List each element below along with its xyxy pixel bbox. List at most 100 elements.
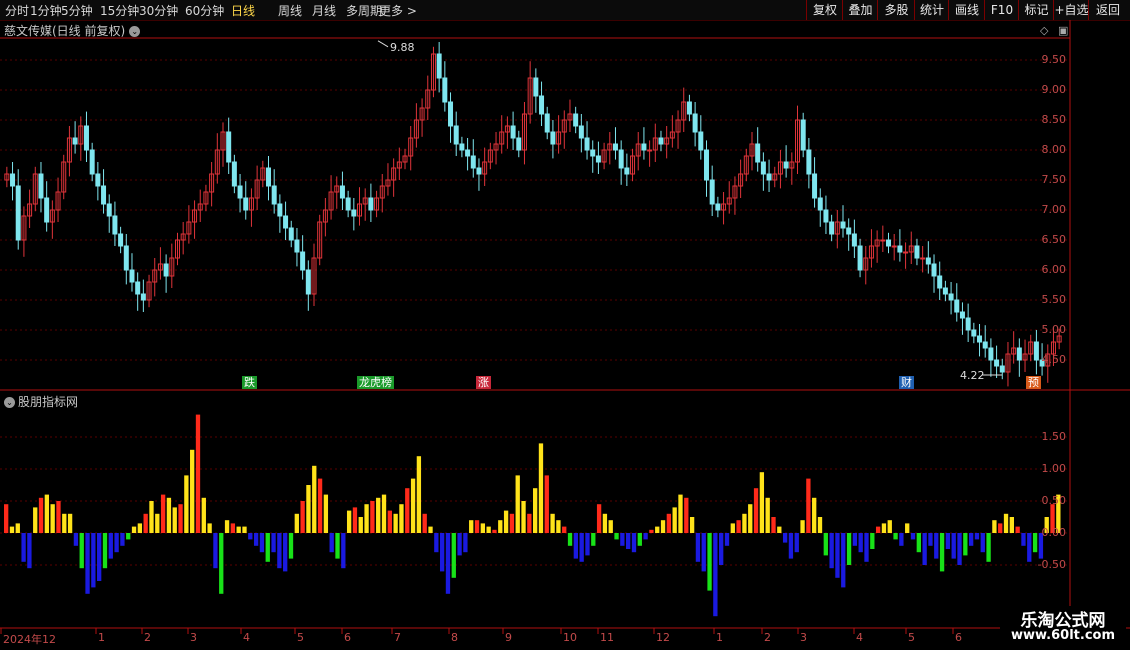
period-tab[interactable]: 分时 (5, 2, 29, 19)
event-tag[interactable]: 龙虎榜 (357, 376, 394, 389)
indicator-bar (364, 504, 369, 533)
period-tab[interactable]: 周线 (278, 2, 302, 19)
candle-body (573, 113, 579, 127)
period-tab[interactable]: 60分钟 (185, 2, 224, 19)
period-tab[interactable]: 30分钟 (139, 2, 178, 19)
indicator-bar (492, 529, 497, 533)
candle-body (533, 77, 539, 97)
candle-body (1016, 347, 1022, 361)
indicator-bar (329, 533, 334, 553)
candle-body (1011, 347, 1017, 355)
candle-body (544, 113, 550, 133)
indicator-bar (817, 517, 823, 533)
candle-body (539, 95, 545, 115)
indicator-bar (201, 497, 206, 533)
layout-icon[interactable]: ▣ (1058, 24, 1068, 37)
toolbar-button[interactable]: 复权 (806, 0, 843, 20)
chevron-down-icon[interactable]: ⌄ (4, 397, 15, 408)
candle-body (203, 191, 209, 205)
candle-body (300, 251, 306, 271)
candle-body (288, 227, 294, 241)
x-tick-label: 10 (563, 631, 577, 644)
chevron-down-icon[interactable]: ⌄ (129, 26, 141, 37)
candle-body (351, 209, 357, 217)
indicator-bar (899, 533, 904, 546)
indicator-bar (608, 520, 613, 533)
candle-body (630, 155, 636, 175)
candle-body (868, 245, 874, 259)
indicator-bar (626, 533, 631, 549)
indicator-bar (108, 533, 113, 559)
price-tick-label: 6.00 (1041, 263, 1067, 276)
indicator-bar (9, 526, 15, 533)
indicator-bar (277, 533, 282, 569)
event-tag[interactable]: 财 (899, 376, 914, 389)
indicator-bar (21, 533, 26, 562)
toolbar-button[interactable]: 标记 (1018, 0, 1054, 20)
event-tag[interactable]: 跌 (242, 376, 257, 389)
indicator-bar (905, 523, 910, 533)
candle-body (937, 275, 943, 289)
candle-body (174, 239, 180, 259)
candle-body (15, 185, 21, 241)
candle-body (834, 221, 840, 235)
toolbar-button[interactable]: 叠加 (842, 0, 878, 20)
candle-body (664, 137, 670, 145)
indicator-bar (713, 533, 718, 617)
indicator-bar (265, 533, 270, 562)
diamond-icon[interactable]: ◇ (1040, 24, 1048, 37)
toolbar-button[interactable]: 统计 (914, 0, 949, 20)
candle-body (123, 245, 129, 271)
main-pane-title: 慈文传媒(日线 前复权) ⌄ (4, 22, 141, 39)
indicator-bar (102, 533, 108, 569)
period-tab[interactable]: 月线 (312, 2, 336, 19)
indicator-bar (73, 533, 79, 546)
candle-body (800, 119, 806, 151)
indicator-bar (341, 533, 346, 569)
indicator-bar (85, 533, 90, 594)
indicator-bar (556, 520, 561, 533)
event-tag[interactable]: 涨 (476, 376, 491, 389)
indicator-bar (614, 533, 619, 540)
indicator-bar (79, 533, 84, 569)
x-tick-label: 2024年12 (3, 633, 56, 646)
period-tab[interactable]: 1分钟 (30, 2, 62, 19)
period-tab[interactable]: 更多 > (379, 2, 417, 19)
candle-body (521, 113, 527, 151)
toolbar-button[interactable]: 画线 (948, 0, 985, 20)
candle-body (965, 317, 971, 331)
candle-body (385, 179, 391, 187)
period-tab[interactable]: 日线 (231, 2, 255, 19)
indicator-bar (788, 533, 794, 559)
toolbar-button[interactable]: F10 (984, 0, 1019, 20)
candle-body (448, 101, 454, 127)
x-tick-label: 12 (656, 631, 670, 644)
candle-body (209, 173, 215, 193)
candle-body (715, 203, 721, 211)
candle-body (755, 143, 761, 163)
indicator-bar (887, 520, 892, 533)
event-tag[interactable]: 预 (1026, 376, 1041, 389)
indicator-bar (544, 475, 549, 533)
toolbar-button[interactable]: 返回 (1088, 0, 1127, 20)
indicator-bar (515, 475, 520, 533)
indicator-bar (846, 533, 852, 565)
candle-body (362, 197, 368, 205)
period-tab[interactable]: 5分钟 (61, 2, 93, 19)
toolbar-button[interactable]: +自选 (1053, 0, 1089, 20)
candle-body (698, 131, 704, 151)
indicator-bar (434, 533, 439, 553)
candle-body (470, 155, 476, 169)
indicator-bar (672, 507, 677, 533)
candle-body (567, 113, 573, 121)
candle-body (396, 161, 402, 169)
low-marker-label: 4.22 (960, 369, 985, 382)
candle-body (152, 269, 158, 283)
indicator-bar (719, 533, 724, 565)
candle-body (345, 197, 351, 211)
period-tab[interactable]: 多周期 (346, 2, 382, 19)
indicator-bar (498, 520, 503, 533)
candle-body (413, 119, 419, 139)
period-tab[interactable]: 15分钟 (100, 2, 139, 19)
toolbar-button[interactable]: 多股 (877, 0, 915, 20)
